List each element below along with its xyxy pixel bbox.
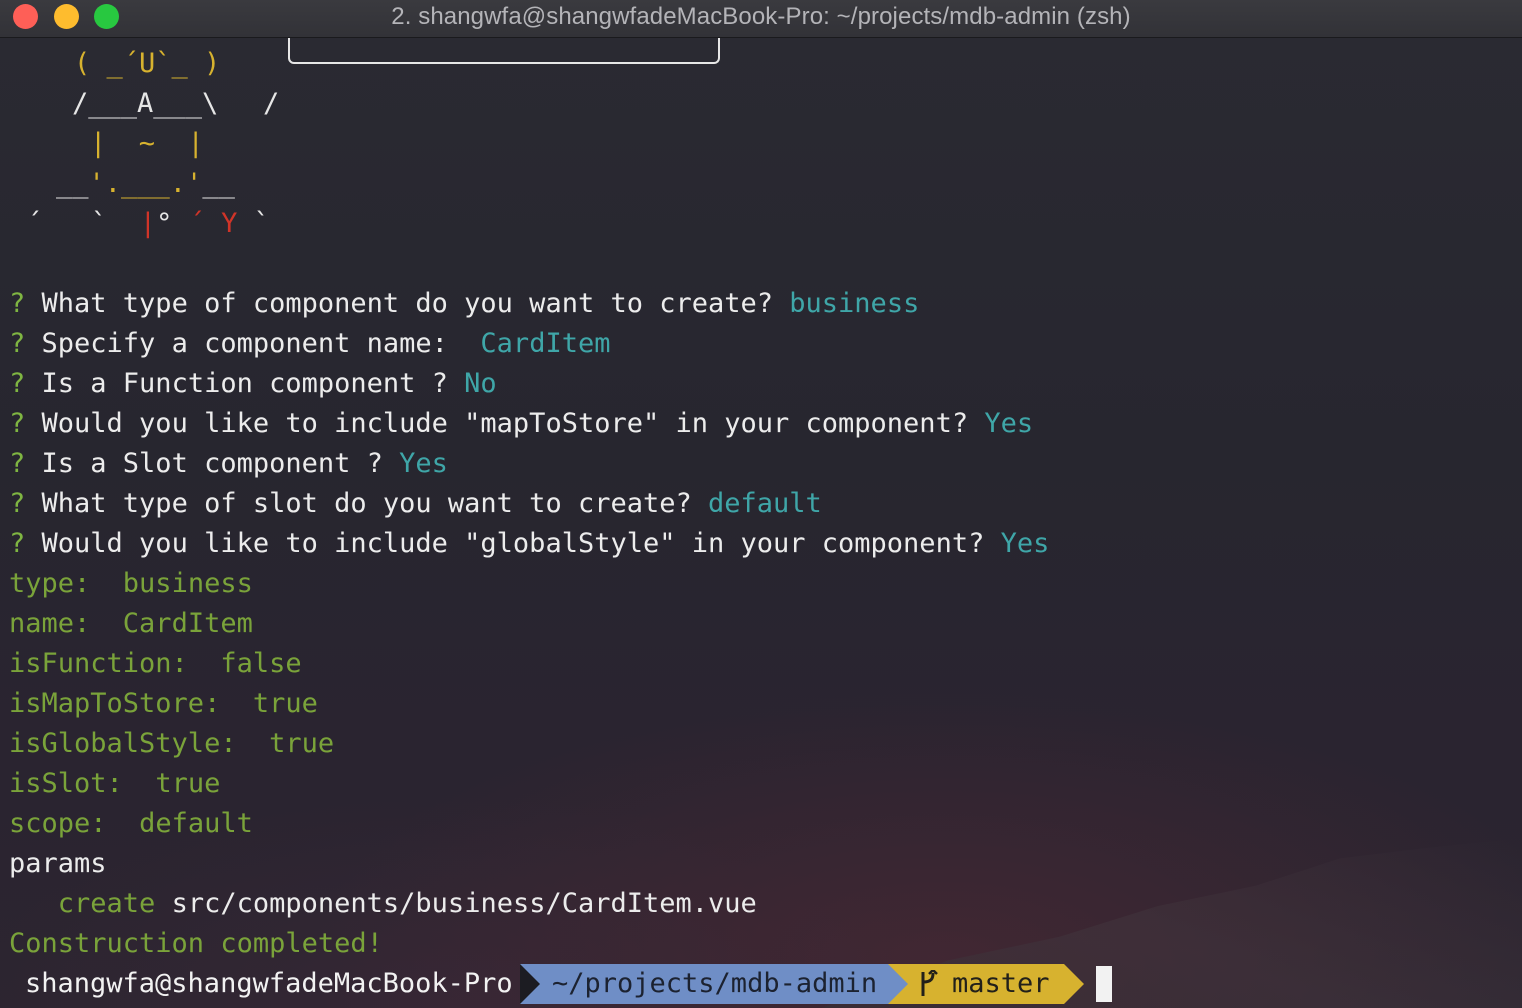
question-line: ? Is a Slot component ? Yes — [9, 444, 448, 484]
prompt-user-host: shangwfa@shangwfadeMacBook-Pro — [25, 968, 513, 999]
question-mark: ? — [9, 368, 26, 399]
param-line: name: CardItem — [9, 604, 253, 644]
param-line: isMapToStore: true — [9, 684, 318, 724]
param-key: isSlot: — [9, 768, 123, 799]
title-bar[interactable]: 2. shangwfa@shangwfadeMacBook-Pro: ~/pro… — [0, 0, 1522, 38]
param-line: type: business — [9, 564, 253, 604]
terminal-window: 2. shangwfa@shangwfadeMacBook-Pro: ~/pro… — [0, 0, 1522, 1008]
ascii-art-line-5-e: ` — [237, 208, 270, 239]
ascii-art-line-5: ´ ` |° ´ Y ` — [26, 204, 270, 244]
question-answer: CardItem — [480, 328, 611, 359]
ascii-art-line-3: | ~ | — [90, 128, 204, 159]
prompt-separator — [888, 964, 908, 1004]
question-line: ? What type of component do you want to … — [9, 284, 919, 324]
question-line: ? Is a Function component ? No — [9, 364, 497, 404]
param-value: false — [220, 648, 302, 679]
param-key: isGlobalStyle: — [9, 728, 237, 759]
question-text: What type of component do you want to cr… — [25, 288, 790, 319]
param-value: true — [252, 688, 318, 719]
window-title: 2. shangwfa@shangwfadeMacBook-Pro: ~/pro… — [391, 3, 1131, 30]
ascii-art-line-2: /___A___\ — [72, 88, 219, 119]
ascii-art-line-5-a: ´ ` — [26, 208, 140, 239]
param-key: scope: — [9, 808, 107, 839]
question-answer: No — [464, 368, 497, 399]
ascii-art-line-5-d: ´ Y — [188, 208, 238, 239]
ascii-art-line-5-c: ° — [156, 208, 189, 239]
speech-bubble-box — [288, 38, 720, 64]
prompt-path: ~/projects/mdb-admin — [520, 964, 888, 1004]
question-mark: ? — [9, 528, 26, 559]
ascii-art-line-4: __'.___.'__ — [56, 168, 235, 199]
question-mark: ? — [9, 288, 26, 319]
ascii-art-line-5-b: | — [139, 208, 157, 239]
params-label: params — [9, 848, 107, 879]
question-line: ? What type of slot do you want to creat… — [9, 484, 822, 524]
question-answer: Yes — [984, 408, 1034, 439]
question-line: ? Would you like to include "mapToStore"… — [9, 404, 1033, 444]
param-line: isFunction: false — [9, 644, 302, 684]
param-value: business — [122, 568, 253, 599]
prompt-separator — [520, 964, 540, 1004]
question-mark: ? — [9, 328, 26, 359]
create-path: src/components/business/CardItem.vue — [171, 888, 757, 919]
param-value: CardItem — [122, 608, 253, 639]
question-text: Is a Function component ? — [25, 368, 465, 399]
param-line: scope: default — [9, 804, 253, 844]
create-line: create src/components/business/CardItem.… — [9, 884, 757, 924]
param-key: type: — [9, 568, 91, 599]
question-mark: ? — [9, 408, 26, 439]
question-text: Specify a component name: — [25, 328, 481, 359]
question-text: What type of slot do you want to create? — [25, 488, 708, 519]
param-value: default — [139, 808, 253, 839]
shell-prompt[interactable]: shangwfa@shangwfadeMacBook-Pro ~/project… — [0, 964, 1522, 1004]
create-action: create — [57, 888, 156, 919]
text-cursor[interactable] — [1096, 966, 1112, 1002]
question-answer: default — [708, 488, 822, 519]
prompt-git-segment: master — [888, 964, 1064, 1004]
prompt-separator — [1064, 964, 1084, 1004]
question-text: Is a Slot component ? — [25, 448, 400, 479]
param-key: name: — [9, 608, 91, 639]
question-answer: Yes — [1000, 528, 1050, 559]
terminal-body[interactable]: ( _´U`_ ) /___A___\ / | ~ | __'.___.'__ … — [0, 38, 1522, 1008]
question-line: ? Specify a component name: CardItem — [9, 324, 610, 364]
ascii-art-line-2-slash: / — [263, 88, 280, 119]
param-line: isGlobalStyle: true — [9, 724, 334, 764]
param-line: isSlot: true — [9, 764, 220, 804]
question-mark: ? — [9, 488, 26, 519]
param-value: true — [155, 768, 221, 799]
git-branch-icon — [921, 970, 938, 996]
completed-message: Construction completed! — [9, 928, 383, 959]
prompt-branch-name: master — [952, 968, 1050, 999]
question-mark: ? — [9, 448, 26, 479]
question-text: Would you like to include "mapToStore" i… — [25, 408, 985, 439]
question-text: Would you like to include "globalStyle" … — [25, 528, 1001, 559]
param-key: isMapToStore: — [9, 688, 221, 719]
ascii-art-line-1: ( _´U`_ ) — [74, 48, 221, 79]
param-key: isFunction: — [9, 648, 188, 679]
question-answer: Yes — [399, 448, 448, 479]
question-line: ? Would you like to include "globalStyle… — [9, 524, 1049, 564]
param-value: true — [269, 728, 335, 759]
question-answer: business — [789, 288, 920, 319]
